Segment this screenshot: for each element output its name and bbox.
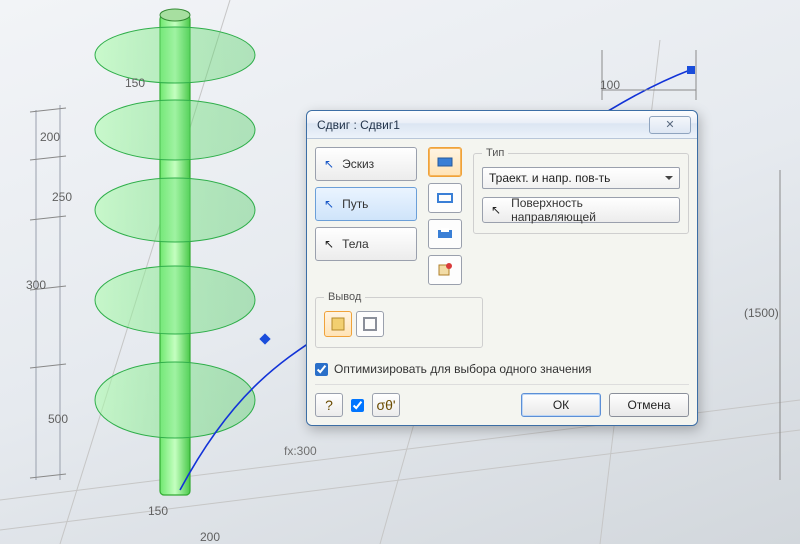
operation-mode-column	[423, 147, 467, 285]
pointer-icon: ↖	[324, 197, 334, 211]
pointer-icon: ↖	[491, 203, 501, 217]
dim-100: 100	[600, 78, 620, 92]
optimize-row: Оптимизировать для выбора одного значени…	[315, 362, 689, 376]
titlebar[interactable]: Сдвиг : Сдвиг1 ✕	[307, 111, 697, 139]
dim-bottom-200: 200	[200, 530, 220, 544]
close-button[interactable]: ✕	[649, 116, 691, 134]
close-icon: ✕	[665, 118, 674, 131]
ok-label: ОК	[553, 398, 569, 412]
help-icon: ?	[325, 397, 333, 413]
dim-fx300: fx:300	[284, 444, 317, 458]
intersect-icon	[436, 225, 454, 243]
cancel-label: Отмена	[627, 398, 670, 412]
pointer-icon: ↖	[324, 157, 334, 171]
pick-bodies-button[interactable]: ↖ Тела	[315, 227, 417, 261]
output-surface-button[interactable]	[356, 311, 384, 337]
output-legend: Вывод	[324, 291, 365, 303]
ok-button[interactable]: ОК	[521, 393, 601, 417]
dim-bottom-150: 150	[148, 504, 168, 518]
optimize-checkbox[interactable]	[315, 363, 328, 376]
dim-300: 300	[26, 278, 46, 292]
optimize-label: Оптимизировать для выбора одного значени…	[334, 362, 591, 376]
help-button[interactable]: ?	[315, 393, 343, 417]
pick-sketch-label: Эскиз	[342, 157, 374, 171]
output-solid-button[interactable]	[324, 311, 352, 337]
preview-glasses-button[interactable]: σθ'	[372, 393, 400, 417]
join-icon	[436, 153, 454, 171]
newsolid-icon	[436, 261, 454, 279]
pick-sketch-button[interactable]: ↖ Эскиз	[315, 147, 417, 181]
type-legend: Тип	[482, 147, 508, 159]
type-group: Тип Траект. и напр. пов-ть ↖ Поверхность…	[473, 147, 689, 234]
dim-1500: (1500)	[744, 306, 779, 320]
dim-200: 200	[40, 130, 60, 144]
dialog-footer: ? σθ' ОК Отмена	[315, 384, 689, 417]
mode-join-button[interactable]	[428, 147, 462, 177]
dim-250: 250	[52, 190, 72, 204]
guide-surface-button[interactable]: ↖ Поверхность направляющей	[482, 197, 680, 223]
glasses-icon: σθ'	[376, 397, 395, 413]
pick-bodies-label: Тела	[342, 237, 369, 251]
surface-icon	[362, 316, 378, 332]
dim-500: 500	[48, 412, 68, 426]
cut-icon	[436, 189, 454, 207]
pick-path-button[interactable]: ↖ Путь	[315, 187, 417, 221]
type-dropdown[interactable]: Траект. и напр. пов-ть	[482, 167, 680, 189]
pointer-icon: ↖	[324, 237, 334, 251]
preview-checkbox[interactable]	[351, 399, 364, 412]
dialog-title: Сдвиг : Сдвиг1	[317, 118, 400, 132]
cancel-button[interactable]: Отмена	[609, 393, 689, 417]
pick-path-label: Путь	[342, 197, 368, 211]
mode-intersect-button[interactable]	[428, 219, 462, 249]
mode-newsolid-button[interactable]	[428, 255, 462, 285]
solid-icon	[330, 316, 346, 332]
sweep-dialog: Сдвиг : Сдвиг1 ✕ ↖ Эскиз ↖ Путь ↖ Тела	[306, 110, 698, 426]
output-group: Вывод	[315, 291, 483, 348]
selection-column: ↖ Эскиз ↖ Путь ↖ Тела	[315, 147, 417, 285]
mode-cut-button[interactable]	[428, 183, 462, 213]
dim-150: 150	[125, 76, 145, 90]
guide-surface-label: Поверхность направляющей	[511, 196, 671, 224]
type-value: Траект. и напр. пов-ть	[489, 171, 610, 185]
